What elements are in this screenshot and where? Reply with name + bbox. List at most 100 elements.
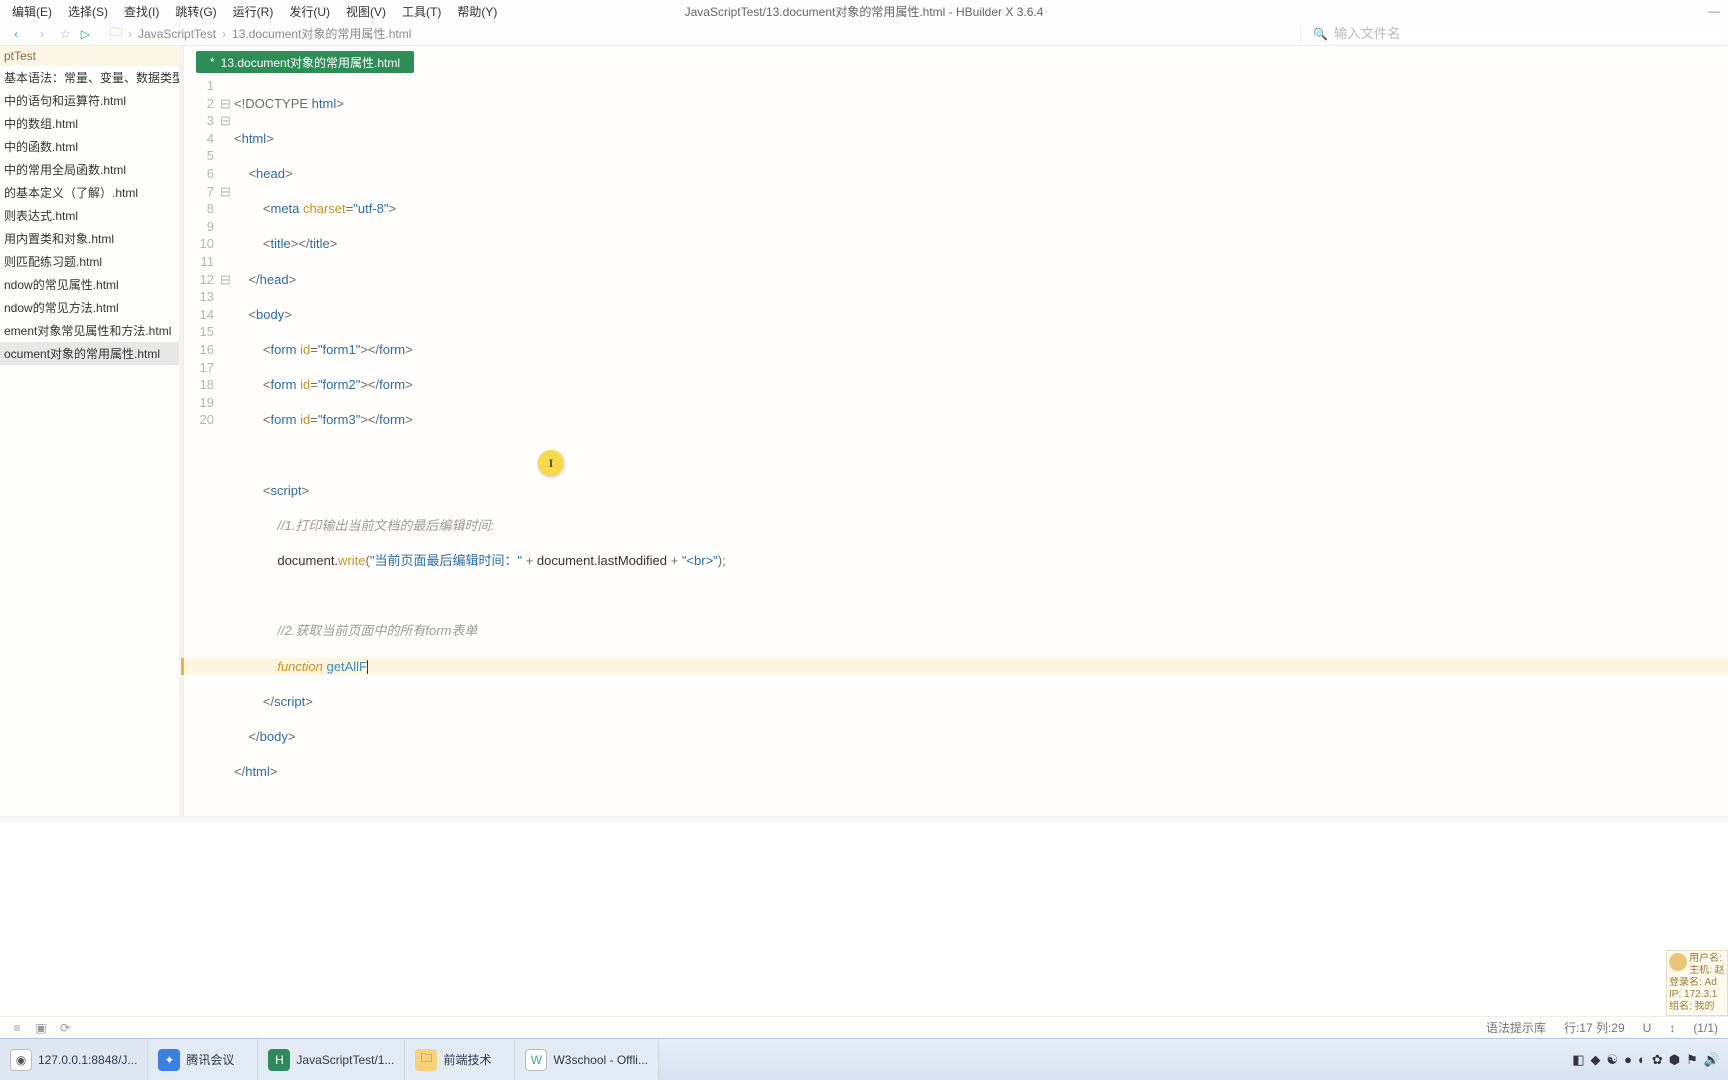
menu-tool[interactable]: 工具(T) <box>394 3 449 20</box>
fold-icon <box>220 218 234 236</box>
run-icon[interactable]: ▷ <box>81 27 90 41</box>
tray-icon[interactable]: ✿ <box>1652 1052 1663 1068</box>
forward-icon[interactable]: › <box>34 26 50 42</box>
panel-divider[interactable] <box>0 816 1728 822</box>
breadcrumb-file[interactable]: 13.document对象的常用属性.html <box>232 25 411 42</box>
fold-icon <box>220 359 234 377</box>
fold-icon[interactable]: ⊟ <box>220 112 234 130</box>
back-icon[interactable]: ‹ <box>8 26 24 42</box>
status-position: 行:17 列:29 <box>1564 1019 1625 1036</box>
sidebar-file[interactable]: 用内置类和对象.html <box>0 227 183 250</box>
line-number: 1 <box>184 77 214 95</box>
taskbar-label: 127.0.0.1:8848/J... <box>38 1053 137 1067</box>
fold-icon <box>220 253 234 271</box>
sidebar-file[interactable]: 则匹配练习题.html <box>0 250 183 273</box>
sidebar-file[interactable]: 中的函数.html <box>0 135 183 158</box>
breadcrumb-sep: › <box>222 27 226 41</box>
fold-icon <box>220 77 234 95</box>
tray-icon[interactable]: ☯ <box>1607 1052 1619 1068</box>
fold-icon <box>220 376 234 394</box>
minimize-icon[interactable]: — <box>1708 4 1720 18</box>
sidebar-file[interactable]: ndow的常见属性.html <box>0 273 183 296</box>
line-number: 14 <box>184 306 214 324</box>
netinfo-user: 用户名: 赵赵 <box>1689 953 1725 965</box>
line-number: 19 <box>184 394 214 412</box>
sidebar-project[interactable]: ptTest <box>0 46 183 66</box>
outline-icon[interactable]: ≡ <box>10 1021 24 1035</box>
folder-icon: 🗀 <box>415 1049 437 1071</box>
taskbar-folder[interactable]: 🗀 前端技术 <box>405 1039 515 1080</box>
fold-icon <box>220 200 234 218</box>
netinfo-group: 组名: 我的 <box>1669 1001 1725 1013</box>
taskbar: ◉ 127.0.0.1:8848/J... ✦ 腾讯会议 H JavaScrip… <box>0 1038 1728 1080</box>
taskbar-meeting[interactable]: ✦ 腾讯会议 <box>148 1039 258 1080</box>
tray-icon[interactable]: ◧ <box>1572 1052 1584 1068</box>
tray-icon[interactable]: ● <box>1624 1052 1632 1067</box>
line-number: 15 <box>184 323 214 341</box>
menu-find[interactable]: 查找(I) <box>116 3 167 20</box>
sidebar-file[interactable]: ocument对象的常用属性.html <box>0 342 183 365</box>
sidebar-file[interactable]: 中的语句和运算符.html <box>0 89 183 112</box>
avatar-icon <box>1669 953 1687 971</box>
breadcrumb-project[interactable]: JavaScriptTest <box>138 27 216 41</box>
line-number: 17 <box>184 359 214 377</box>
tab-active[interactable]: * 13.document对象的常用属性.html <box>196 51 414 73</box>
tray-icon[interactable]: ◆ <box>1591 1052 1601 1068</box>
chrome-icon: ◉ <box>10 1049 32 1071</box>
menu-help[interactable]: 帮助(Y) <box>449 3 505 20</box>
fold-icon <box>220 147 234 165</box>
tray-icon[interactable]: ◐ <box>1638 1052 1646 1067</box>
sidebar-file[interactable]: 中的数组.html <box>0 112 183 135</box>
folder-icon: 🗀 <box>110 23 122 44</box>
sidebar-file[interactable]: 基本语法：常量、变量、数据类型.html <box>0 66 183 89</box>
status-syntax[interactable]: 语法提示库 <box>1486 1019 1546 1036</box>
menu-goto[interactable]: 跳转(G) <box>167 3 224 20</box>
tray-icon[interactable]: ⬢ <box>1669 1052 1680 1068</box>
line-number: 9 <box>184 218 214 236</box>
fold-gutter: ⊟⊟⊟⊟ <box>220 73 234 816</box>
taskbar-hbuilder[interactable]: H JavaScriptTest/1... <box>258 1039 405 1080</box>
file-search[interactable]: 🔍 <box>1300 26 1720 41</box>
tray-icon[interactable]: ⚑ <box>1686 1052 1698 1068</box>
menu-view[interactable]: 视图(V) <box>338 3 394 20</box>
taskbar-label: 前端技术 <box>443 1051 491 1068</box>
sidebar-resize[interactable] <box>179 46 183 816</box>
sidebar-file[interactable]: ement对象常见属性和方法.html <box>0 319 183 342</box>
menu-run[interactable]: 运行(R) <box>225 3 282 20</box>
menu-edit[interactable]: 编辑(E) <box>4 3 60 20</box>
taskbar-label: JavaScriptTest/1... <box>296 1053 394 1067</box>
sidebar-file[interactable]: 则表达式.html <box>0 204 183 227</box>
menu-select[interactable]: 选择(S) <box>60 3 116 20</box>
star-icon[interactable]: ☆ <box>60 27 71 41</box>
menu-publish[interactable]: 发行(U) <box>281 3 338 20</box>
taskbar-w3school[interactable]: W W3school - Offli... <box>515 1039 658 1080</box>
sync-icon[interactable]: ⟳ <box>58 1021 72 1035</box>
fold-icon[interactable]: ⊟ <box>220 271 234 289</box>
fold-icon <box>220 288 234 306</box>
tab-label: 13.document对象的常用属性.html <box>221 54 400 71</box>
system-tray[interactable]: ◧ ◆ ☯ ● ◐ ✿ ⬢ ⚑ 🔊 <box>1564 1039 1728 1080</box>
sidebar-file[interactable]: 中的常用全局函数.html <box>0 158 183 181</box>
fold-icon[interactable]: ⊟ <box>220 183 234 201</box>
sidebar: ptTest 基本语法：常量、变量、数据类型.html中的语句和运算符.html… <box>0 46 184 816</box>
status-count: (1/1) <box>1693 1021 1718 1035</box>
file-search-input[interactable] <box>1334 26 1720 41</box>
sidebar-file[interactable]: 的基本定义（了解）.html <box>0 181 183 204</box>
line-number: 8 <box>184 200 214 218</box>
fold-icon <box>220 235 234 253</box>
code-editor[interactable]: 1234567891011121314151617181920 ⊟⊟⊟⊟ <!D… <box>184 73 1728 816</box>
hbuilder-icon: H <box>268 1049 290 1071</box>
terminal-icon[interactable]: ▣ <box>34 1021 48 1035</box>
taskbar-label: 腾讯会议 <box>186 1051 234 1068</box>
status-encoding[interactable]: U <box>1643 1021 1652 1035</box>
fold-icon <box>220 411 234 429</box>
status-arrow-icon[interactable]: ↕ <box>1669 1021 1675 1035</box>
line-number: 18 <box>184 376 214 394</box>
fold-icon[interactable]: ⊟ <box>220 95 234 113</box>
code-body[interactable]: <!DOCTYPE html> <html> <head> <meta char… <box>234 73 1728 816</box>
volume-icon[interactable]: 🔊 <box>1704 1052 1720 1068</box>
taskbar-browser[interactable]: ◉ 127.0.0.1:8848/J... <box>0 1039 148 1080</box>
main: ptTest 基本语法：常量、变量、数据类型.html中的语句和运算符.html… <box>0 46 1728 816</box>
window-controls: — <box>1708 0 1728 22</box>
sidebar-file[interactable]: ndow的常见方法.html <box>0 296 183 319</box>
